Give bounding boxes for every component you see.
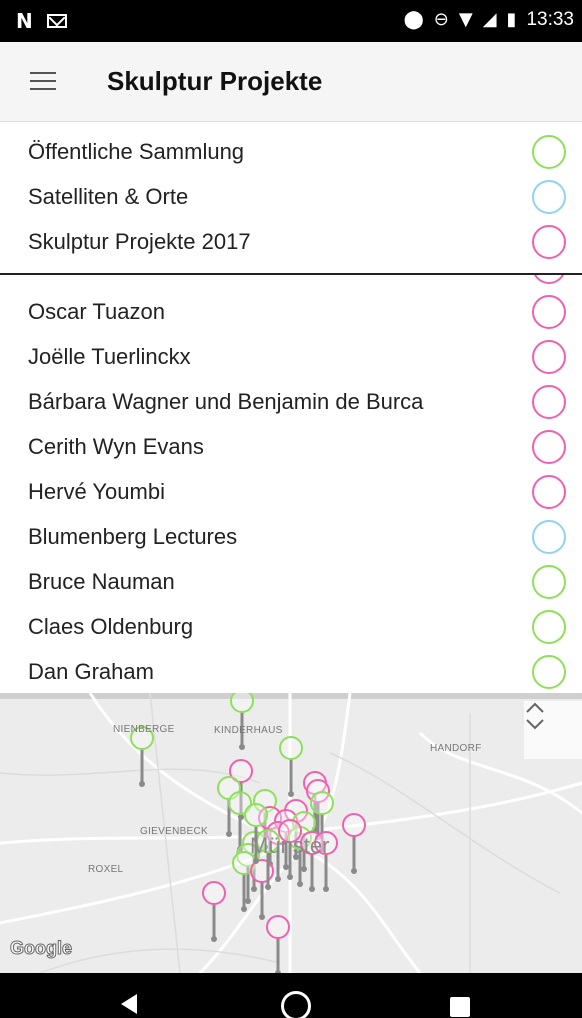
artist-label: Joëlle Tuerlinckx (28, 343, 191, 369)
mail-icon (46, 14, 67, 28)
map-pin-marker[interactable] (279, 736, 303, 760)
category-label: Skulptur Projekte 2017 (28, 228, 251, 254)
n-icon: N (16, 9, 33, 33)
map-label-muenster: Münster (250, 833, 330, 858)
map-pin-base (139, 781, 145, 787)
map-pin-marker[interactable] (230, 693, 254, 713)
status-time: 13:33 (526, 9, 574, 30)
map-label-nienberge: NIENBERGE (113, 724, 175, 735)
do-not-disturb-icon: ⊖ (433, 9, 449, 30)
location-icon: ⬤ (403, 9, 424, 30)
map-pin-base (241, 906, 247, 912)
app-title: Skulptur Projekte (107, 66, 323, 96)
artist-item[interactable]: Koki Tanaka (0, 275, 582, 289)
expand-collapse-icon (526, 702, 544, 730)
category-item[interactable]: Skulptur Projekte 2017 (0, 219, 582, 264)
recents-icon[interactable] (450, 997, 470, 1017)
system-nav-bar (0, 973, 582, 1018)
map-label-gievenbeck: GIEVENBECK (140, 826, 209, 837)
map-pin-base (275, 876, 281, 882)
artist-color-ring-icon (532, 519, 566, 554)
map-pin-base (323, 886, 329, 892)
expand-collapse-button[interactable] (524, 701, 582, 759)
google-attribution: Google (10, 938, 73, 959)
artist-color-ring-icon (532, 474, 566, 509)
map-pin-base (283, 864, 289, 870)
artist-color-ring-icon (532, 275, 566, 284)
app-bar: Skulptur Projekte (0, 42, 582, 122)
artist-label: Oscar Tuazon (28, 298, 165, 324)
artist-item[interactable]: Cerith Wyn Evans (0, 424, 582, 469)
category-item[interactable]: Öffentliche Sammlung (0, 129, 582, 174)
artist-label: Hervé Youmbi (28, 478, 165, 504)
artist-label: Koki Tanaka (28, 275, 147, 280)
artist-item[interactable]: Claes Oldenburg (0, 604, 582, 649)
artist-list[interactable]: Koki Tanaka Oscar Tuazon Joëlle Tuerlinckx… (0, 275, 582, 693)
signal-icon: ◢ (482, 9, 497, 30)
artist-item[interactable]: Bruce Nauman (0, 559, 582, 604)
artist-color-ring-icon (532, 609, 566, 644)
map-pin-base (351, 868, 357, 874)
artist-color-ring-icon (532, 339, 566, 374)
category-list: Öffentliche Sammlung Satelliten & Orte Sku… (0, 123, 582, 273)
status-bar: N ⬤ ⊖ ▼ ◢ ▮ 13:33 (0, 0, 582, 42)
map-pin-base (297, 881, 303, 887)
artist-item[interactable]: Hervé Youmbi (0, 469, 582, 514)
artist-item[interactable]: Oscar Tuazon (0, 289, 582, 334)
category-label: Satelliten & Orte (28, 183, 189, 209)
map-pin-base (287, 874, 293, 880)
map-pin-base (245, 898, 251, 904)
artist-label: Dan Graham (28, 658, 154, 684)
map-pin-marker[interactable] (266, 915, 290, 939)
back-icon[interactable] (121, 994, 137, 1014)
artist-color-ring-icon (532, 294, 566, 329)
map-pin-base (239, 744, 245, 750)
artist-item[interactable]: Joëlle Tuerlinckx (0, 334, 582, 379)
map-pin-base (251, 886, 257, 892)
battery-icon: ▮ (506, 9, 517, 30)
home-icon[interactable] (281, 991, 311, 1018)
map-view[interactable]: NIENBERGE KINDERHAUS HANDORF GIEVENBECK … (0, 693, 582, 973)
artist-label: Blumenberg Lectures (28, 523, 238, 549)
artist-item[interactable]: Bárbara Wagner und Benjamin de Burca (0, 379, 582, 424)
map-pin-base (288, 791, 294, 797)
map-pin-base (211, 936, 217, 942)
map-pin-marker[interactable] (342, 813, 366, 837)
artist-item[interactable]: Dan Graham (0, 649, 582, 693)
artist-label: Claes Oldenburg (28, 613, 194, 639)
category-label: Öffentliche Sammlung (28, 138, 245, 164)
artist-item[interactable]: Blumenberg Lectures (0, 514, 582, 559)
artist-label: Cerith Wyn Evans (28, 433, 204, 459)
artist-color-ring-icon (532, 384, 566, 419)
map-pin-base (301, 866, 307, 872)
artist-color-ring-icon (532, 564, 566, 599)
map-label-roxel: ROXEL (88, 864, 124, 875)
map-pin-base (309, 886, 315, 892)
artist-color-ring-icon (532, 429, 566, 464)
artist-label: Bárbara Wagner und Benjamin de Burca (28, 388, 424, 414)
map-label-kinderhaus: KINDERHAUS (214, 725, 283, 736)
wifi-icon: ▼ (458, 9, 473, 30)
map-pin-base (226, 831, 232, 837)
category-color-ring-icon (532, 134, 566, 169)
map-label-handorf: HANDORF (430, 743, 482, 754)
hamburger-menu-icon[interactable] (30, 72, 56, 92)
category-color-ring-icon (532, 224, 566, 259)
map-pin-marker[interactable] (244, 803, 268, 827)
map-pin-marker[interactable] (310, 791, 334, 815)
category-color-ring-icon (532, 179, 566, 214)
map-pin-base (259, 914, 265, 920)
map-pin-base (265, 884, 271, 890)
map-pin-marker[interactable] (202, 881, 226, 905)
category-item[interactable]: Satelliten & Orte (0, 174, 582, 219)
artist-color-ring-icon (532, 654, 566, 689)
artist-label: Bruce Nauman (28, 568, 175, 594)
